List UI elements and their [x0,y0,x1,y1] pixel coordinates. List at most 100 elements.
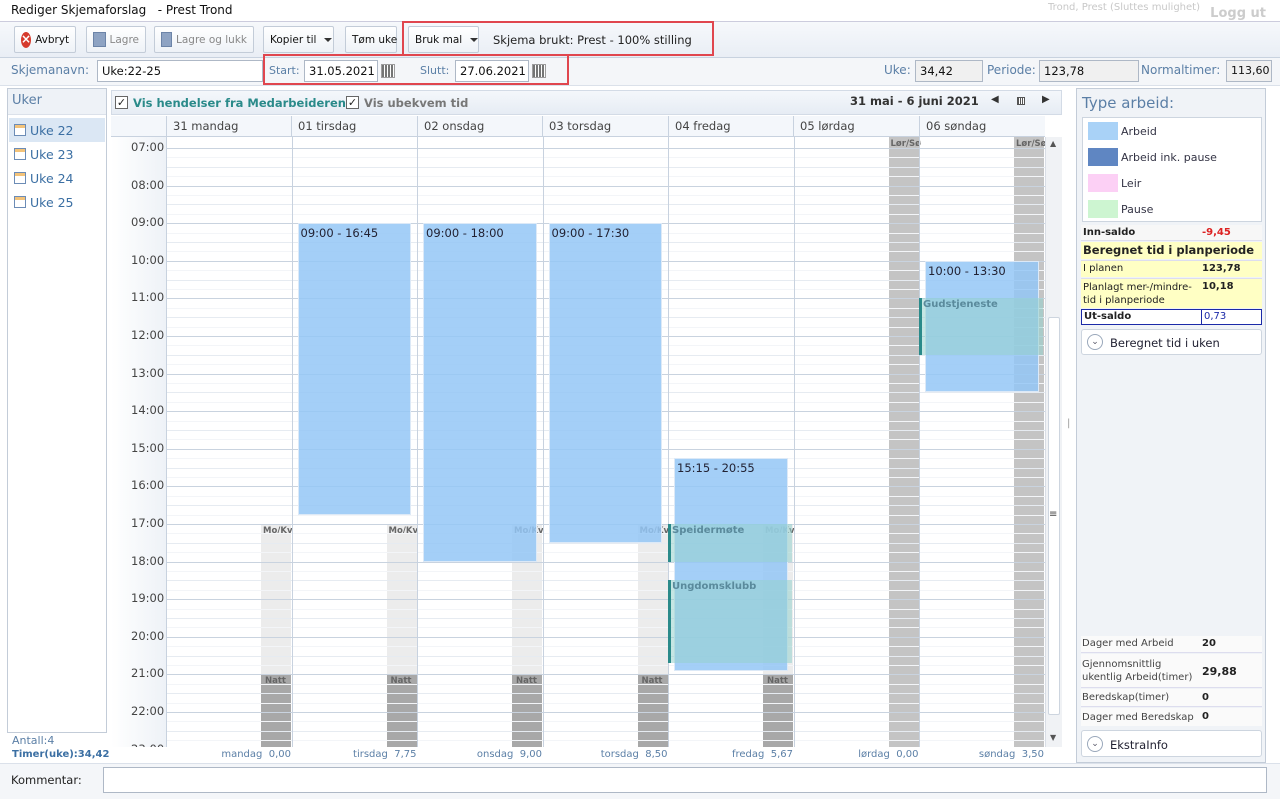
schema-name-input[interactable]: Uke:22-25 [97,60,263,82]
day-divider [919,137,920,747]
highlight-box [402,21,714,56]
half-hour-line [166,204,1045,206]
day-divider [417,137,418,747]
week-count: Antall:4 [12,734,55,747]
toolbar: × Avbryt Lagre Lagre og lukk Kopier til … [0,21,1280,58]
show-unsocial-checkbox[interactable]: ✓ [346,96,359,109]
work-block[interactable]: 09:00 - 17:30 [548,223,662,543]
hour-label: 13:00 [131,365,165,380]
hour-label: 10:00 [131,252,165,267]
normal-hours-label: Normaltimer: [1141,63,1221,77]
day-header: 01 tirsdag [291,116,417,137]
half-hour-line [166,693,1045,695]
work-block-time: 09:00 - 18:00 [426,226,504,241]
show-events-label: Vis hendelser fra Medarbeideren [133,96,346,110]
day-header: 02 onsdag [417,116,543,137]
scroll-down-icon[interactable]: ▼ [1050,733,1056,742]
hour-label: 12:00 [131,328,165,342]
planlagt-row: Planlagt mer-/mindre-tid i planperiode 1… [1081,278,1262,308]
scroll-up-icon[interactable]: ▲ [1050,139,1056,148]
comment-input[interactable] [103,767,1267,793]
employee-event[interactable]: Speidermøte [668,524,792,562]
quarter-line [166,608,1045,610]
hour-line [166,599,1045,601]
i-planen-row: I planen 123,78 [1081,260,1262,277]
work-block[interactable]: 09:00 - 18:00 [423,223,537,562]
work-block[interactable]: 09:00 - 16:45 [297,223,411,515]
day-header: 31 mandag [166,116,292,137]
work-type-title: Type arbeid: [1082,94,1175,112]
day-total: torsdag 8,50 [600,749,668,760]
employee-event[interactable]: Ungdomsklubb [668,580,792,664]
prev-icon[interactable]: ◀ [991,94,999,105]
floppy-icon [93,32,106,47]
splitter-handle[interactable]: | [1067,418,1070,429]
period-label: Periode: [987,63,1036,77]
hour-label: 22:00 [131,704,165,718]
quarter-line [166,589,1045,591]
hour-line [166,712,1045,713]
user-ghost-text: Trond, Prest (Sluttes mulighet) [1048,2,1200,13]
floppy-icon [161,32,172,47]
day-divider [166,137,167,747]
comment-label: Kommentar: [11,773,82,787]
grip-icon: ≡ [1049,509,1058,520]
employee-event[interactable]: Gudstjeneste [919,298,1043,355]
inn-saldo-row: Inn-saldo -9,45 [1081,225,1262,241]
week-calc-toggle[interactable]: ⌄ Beregnet tid i uken [1081,329,1262,355]
calendar-grid[interactable]: Mo/KvNattMo/KvNattMo/KvNattMo/KvNattMo/K… [111,137,1045,747]
quarter-line [166,702,1045,704]
hour-line [166,561,1045,563]
day-total: mandag 0,00 [221,749,291,760]
logout-link[interactable]: Logg ut [1210,6,1266,21]
half-hour-line [166,730,1045,732]
show-events-checkbox[interactable]: ✓ [115,96,128,109]
work-block-time: 09:00 - 17:30 [551,226,630,241]
schema-name-label: Skjemanavn: [11,63,90,77]
cancel-button[interactable]: × Avbryt [14,26,76,53]
quarter-line [166,571,1045,572]
hour-line [166,636,1045,638]
save-close-button[interactable]: Lagre og lukk [154,26,254,53]
quarter-line [166,157,1045,159]
week-item[interactable]: Uke 25 [9,190,105,214]
calendar-icon [14,124,26,136]
next-icon[interactable]: ▶ [1042,94,1050,105]
chevron-down-icon [324,37,333,42]
ut-saldo-row: Ut-saldo 0,73 [1081,309,1262,325]
clear-week-button[interactable]: Tøm uke [345,26,397,53]
save-button[interactable]: Lagre [86,26,146,53]
calendar-icon[interactable] [1017,97,1025,105]
extra-info-toggle[interactable]: ⌄ EkstraInfo [1081,730,1262,757]
work-block-time: 09:00 - 16:45 [300,226,379,241]
copy-to-dropdown[interactable]: Kopier til [263,26,334,53]
hour-label: 09:00 [131,215,165,230]
stats-row: Dager med Arbeid 20 [1081,636,1262,653]
quarter-line [166,176,1045,178]
show-unsocial-label: Vis ubekvem tid [364,96,469,110]
day-header: 03 torsdag [542,116,668,137]
title-bar: Rediger Skjemaforslag - Prest Trond Tron… [0,0,1280,22]
quarter-line [166,683,1045,685]
stats-row: Gjennomsnittlig ukentlig Arbeid(timer) 2… [1081,654,1262,688]
week-item[interactable]: Uke 22 [9,118,105,142]
hour-label: 07:00 [131,140,165,154]
half-hour-line [166,580,1045,582]
hour-label: 18:00 [131,553,165,568]
work-block-time: 10:00 - 13:30 [928,263,1006,278]
comment-row: Kommentar: [0,763,1280,799]
week-item[interactable]: Uke 23 [9,142,105,166]
chevron-down-icon: ⌄ [1087,736,1103,752]
hour-label: 21:00 [131,666,165,681]
work-block-time: 15:15 - 20:55 [677,461,755,476]
chevron-down-icon: ⌄ [1087,334,1103,350]
quarter-line [166,646,1045,648]
week-item[interactable]: Uke 24 [9,166,105,190]
quarter-line [166,195,1045,196]
legend-box: Arbeid Arbeid ink. pause Leir Pause [1082,117,1262,222]
half-hour-line [166,655,1045,657]
legend-swatch [1088,122,1118,140]
day-header: 06 søndag [919,116,1045,137]
legend-swatch [1088,200,1118,218]
scrollbar[interactable]: ▲ ≡ ▼ [1045,137,1062,747]
